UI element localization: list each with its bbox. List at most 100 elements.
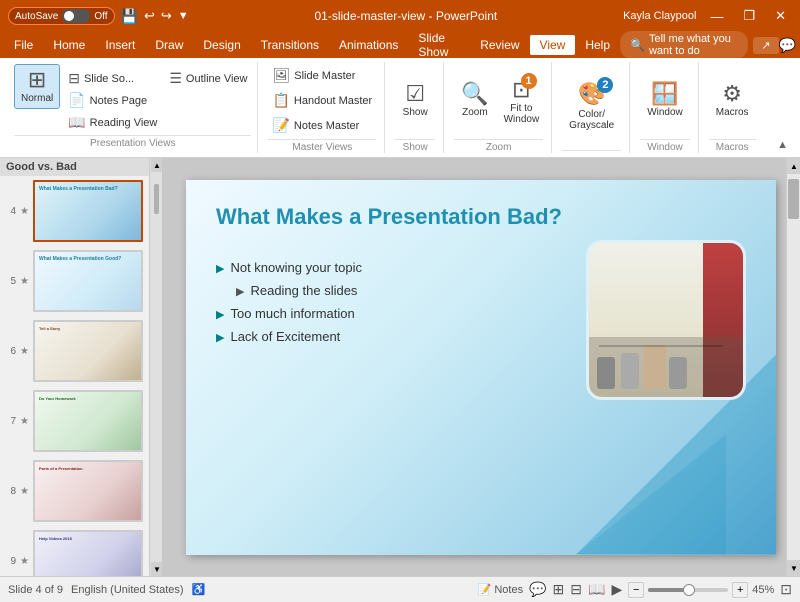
slide-6-thumb-text: Tell a Story (39, 326, 137, 331)
zoom-icon: 🔍 (461, 83, 488, 105)
status-bar: Slide 4 of 9 English (United States) ♿ 📝… (0, 576, 800, 602)
undo-button[interactable]: ↩ (144, 8, 155, 24)
slide-image-8: Parts of a Presentation (33, 460, 143, 522)
slide-scroll-down[interactable]: ▼ (787, 560, 800, 576)
slide-num-5: 5 (6, 276, 16, 287)
window-button[interactable]: 🪟 Window (640, 78, 690, 123)
normal-view-status-button[interactable]: ⊞ (553, 581, 565, 598)
bullet-text-1: Not knowing your topic (230, 260, 362, 275)
zoom-group-label: Zoom (454, 139, 543, 153)
slide-num-7: 7 (6, 416, 16, 427)
collapse-ribbon-button[interactable]: ▲ (773, 137, 792, 153)
search-box[interactable]: 🔍 Tell me what you want to do (620, 31, 748, 59)
slide-thumb-5[interactable]: 5 ★ What Makes a Presentation Good? (0, 246, 149, 316)
comments-status-button[interactable]: 💬 (529, 581, 546, 598)
reading-view-status-button[interactable]: 📖 (588, 581, 605, 598)
redo-button[interactable]: ↪ (161, 8, 172, 24)
slide-8-thumb-text: Parts of a Presentation (39, 466, 137, 471)
slide-image-6: Tell a Story (33, 320, 143, 382)
zoom-minus-button[interactable]: − (628, 582, 644, 598)
save-button[interactable]: 💾 (121, 8, 138, 25)
slide-thumb-8[interactable]: 8 ★ Parts of a Presentation (0, 456, 149, 526)
notes-page-button[interactable]: 📄 Notes Page (64, 90, 161, 111)
panel-scroll-thumb[interactable] (154, 184, 159, 214)
menu-view[interactable]: View (530, 35, 576, 55)
slide-4-thumb-text: What Makes a Presentation Bad? (39, 186, 137, 193)
window-group-label: Window (640, 139, 690, 153)
notes-button[interactable]: 📝 Notes (478, 583, 523, 596)
macros-icon: ⚙ (722, 83, 742, 105)
fit-to-window-button[interactable]: ⊡ 1 Fit toWindow (500, 75, 544, 127)
fit-to-badge: ⊡ 1 (512, 77, 530, 103)
slide-image-7: Do Your Homework (33, 390, 143, 452)
autosave-state: Off (94, 11, 107, 22)
menu-insert[interactable]: Insert (95, 35, 145, 55)
menu-draw[interactable]: Draw (145, 35, 193, 55)
slide-thumb-6[interactable]: 6 ★ Tell a Story (0, 316, 149, 386)
handout-master-button[interactable]: 📋 Handout Master (268, 89, 376, 112)
slide-scroll-track[interactable] (787, 174, 800, 560)
macros-button[interactable]: ⚙ Macros (709, 78, 756, 123)
menu-transitions[interactable]: Transitions (251, 35, 329, 55)
menu-animations[interactable]: Animations (329, 35, 408, 55)
slide-panel-container: Good vs. Bad 4 ★ What Makes a Presentati… (0, 158, 162, 576)
share-button[interactable]: ↗ (753, 37, 778, 54)
minimize-button[interactable]: — (704, 7, 729, 26)
slide-master-button[interactable]: 🖼 Slide Master (268, 64, 376, 87)
autosave-badge[interactable]: AutoSave Off (8, 7, 115, 25)
macros-items: ⚙ Macros (709, 64, 756, 137)
restore-button[interactable]: ❐ (737, 6, 761, 26)
outline-view-button[interactable]: ☰ Outline View (165, 68, 251, 89)
comments-button[interactable]: 💬 (779, 37, 796, 54)
presenter-view-status-button[interactable]: ▶ (611, 581, 622, 598)
window-icon: 🪟 (651, 83, 678, 105)
slide-container[interactable]: What Makes a Presentation Bad? ▶ Not kno… (186, 180, 776, 555)
show-icon: ☑ (405, 83, 425, 105)
sub-bullet-arrow-1: ▶ (236, 285, 244, 298)
zoom-plus-button[interactable]: + (732, 582, 748, 598)
bullet-2: ▶ Too much information (216, 306, 362, 321)
badge-2: 2 (597, 77, 613, 93)
title-bar-right: Kayla Claypool — ❐ ✕ (623, 6, 792, 26)
slide-thumb-7[interactable]: 7 ★ Do Your Homework (0, 386, 149, 456)
color-grayscale-button[interactable]: 🎨 2 Color/Grayscale (562, 76, 621, 136)
bullet-arrow-3: ▶ (216, 331, 224, 344)
autosave-toggle[interactable] (62, 9, 90, 23)
zoom-label: Zoom (462, 107, 488, 118)
menu-review[interactable]: Review (470, 35, 529, 55)
slide-thumb-4[interactable]: 4 ★ What Makes a Presentation Bad? (0, 176, 149, 246)
show-button[interactable]: ☑ Show (395, 78, 435, 123)
normal-view-button[interactable]: ⊞ Normal (14, 64, 60, 109)
customize-button[interactable]: ▼ (178, 10, 189, 22)
slide-scroll-up[interactable]: ▲ (787, 158, 800, 174)
panel-scroll-track[interactable] (151, 172, 162, 562)
menu-design[interactable]: Design (193, 35, 250, 55)
slide-panel: Good vs. Bad 4 ★ What Makes a Presentati… (0, 158, 150, 576)
macros-group-label: Macros (709, 139, 756, 153)
menu-slideshow[interactable]: Slide Show (408, 28, 470, 62)
menu-file[interactable]: File (4, 35, 43, 55)
reading-view-button[interactable]: 📖 Reading View (64, 112, 161, 133)
bullet-1: ▶ Not knowing your topic (216, 260, 362, 275)
zoom-slider-thumb[interactable] (683, 584, 695, 596)
zoom-group: 🔍 Zoom ⊡ 1 Fit toWindow Zoom (446, 62, 552, 153)
zoom-button[interactable]: 🔍 Zoom (454, 78, 495, 123)
bullet-text-3: Lack of Excitement (230, 329, 340, 344)
close-button[interactable]: ✕ (769, 6, 792, 26)
slide-scroll-thumb[interactable] (788, 179, 799, 219)
menu-home[interactable]: Home (43, 35, 95, 55)
zoom-slider-track[interactable] (648, 588, 728, 592)
fit-slide-button[interactable]: ⊡ (780, 581, 792, 598)
menu-help[interactable]: Help (575, 35, 620, 55)
slide-sorter-status-button[interactable]: ⊟ (570, 581, 582, 598)
reading-view-label: Reading View (90, 117, 158, 129)
bullet-text-2: Too much information (230, 306, 354, 321)
slide-thumb-9[interactable]: 9 ★ Help Videos 2015 (0, 526, 149, 576)
notes-master-button[interactable]: 📝 Notes Master (268, 114, 376, 137)
panel-header[interactable]: Good vs. Bad (0, 158, 149, 176)
color-group-label (562, 150, 621, 153)
handout-master-label: Handout Master (294, 95, 372, 107)
presentation-views-group: ⊞ Normal ⊟ Slide So... 📄 Notes Page 📖 Re… (8, 62, 258, 153)
status-left: Slide 4 of 9 English (United States) ♿ (8, 583, 205, 596)
slide-sorter-button[interactable]: ⊟ Slide So... (64, 68, 161, 89)
